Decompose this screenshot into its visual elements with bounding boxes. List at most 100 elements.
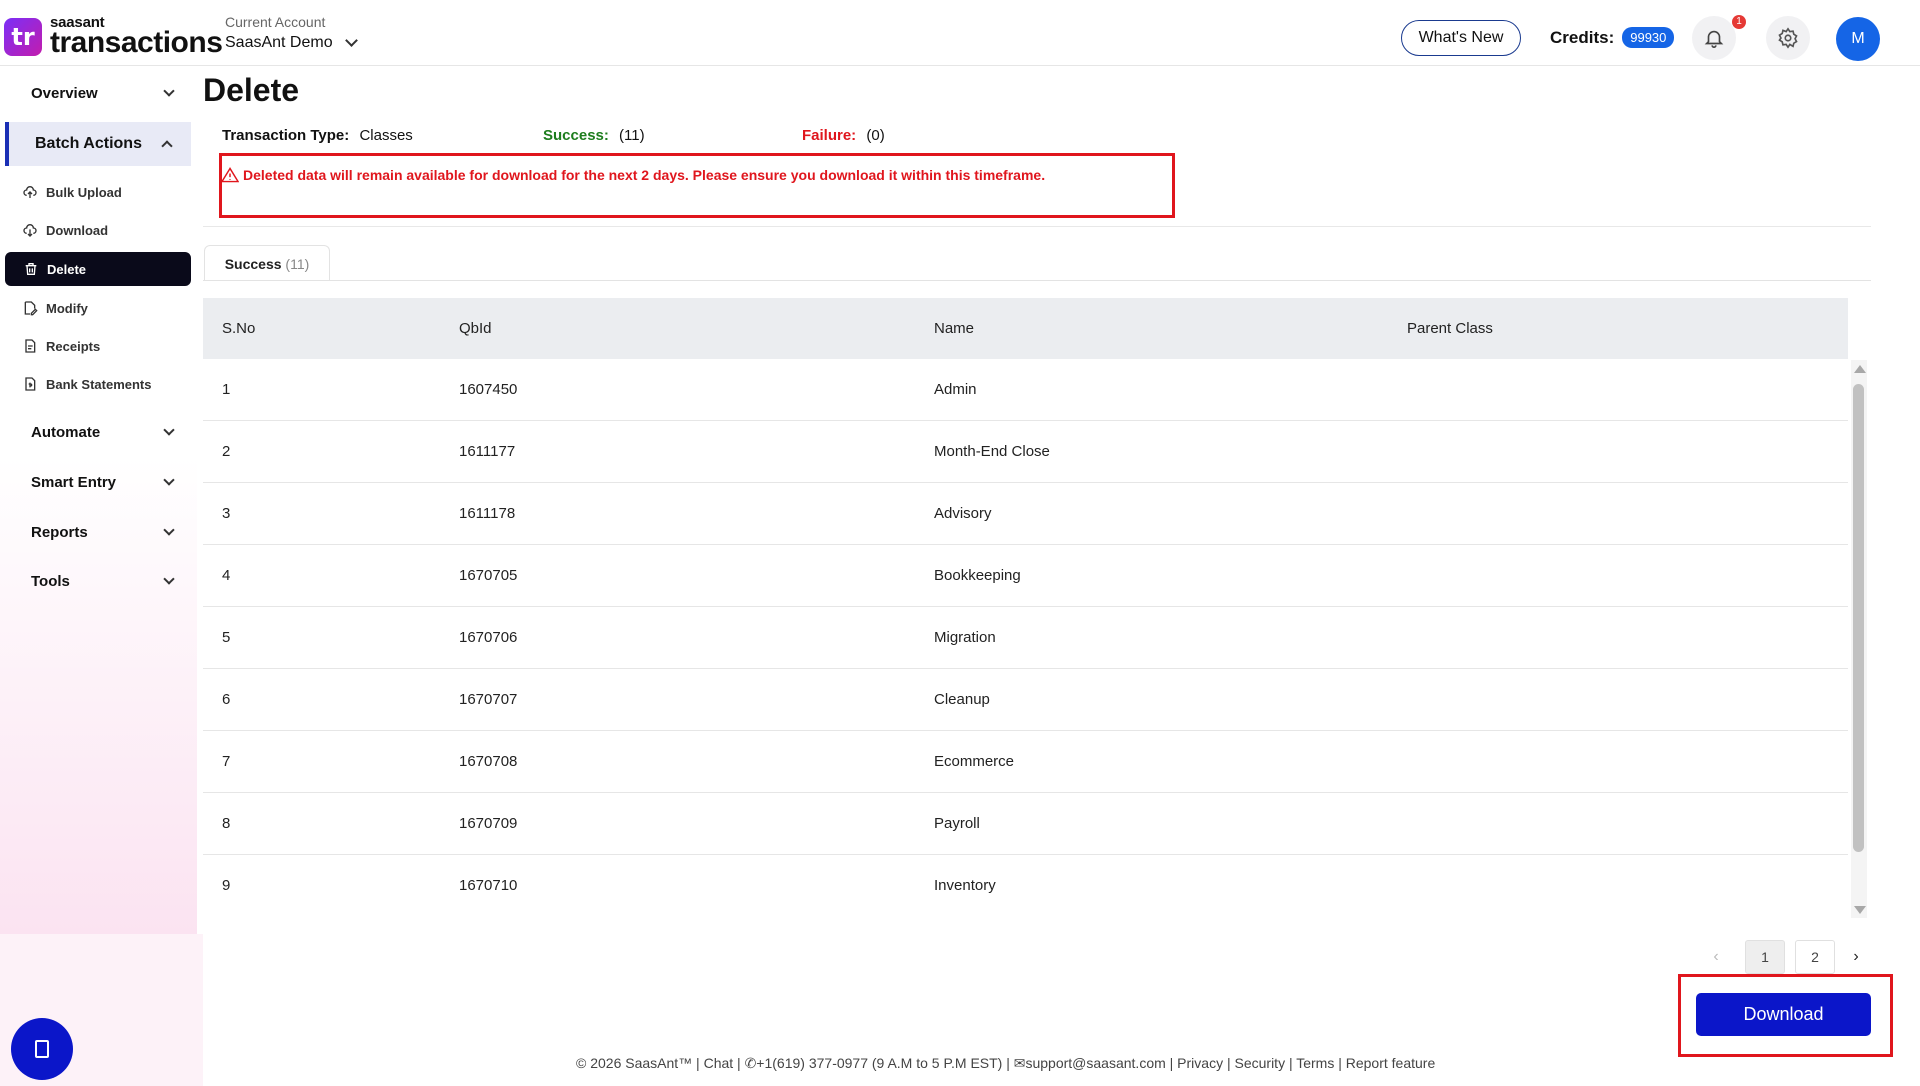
cell-name: Migration: [934, 629, 996, 646]
sidebar-item-delete[interactable]: Delete: [5, 252, 191, 286]
table-row[interactable]: 2 1611177 Month-End Close: [203, 421, 1848, 483]
sidebar-item-label: Batch Actions: [35, 135, 142, 152]
footer: © 2026 SaasAnt™ | Chat | ✆+1(619) 377-09…: [576, 1055, 1436, 1071]
sidebar-item-reports[interactable]: Reports: [31, 524, 175, 541]
chevron-down-icon: [163, 474, 175, 486]
pagination-page-1[interactable]: 1: [1745, 940, 1785, 974]
warning-highlight-box: [219, 153, 1175, 218]
credits-badge: 99930: [1622, 27, 1675, 48]
cell-name: Admin: [934, 381, 977, 398]
sidebar-item-bulk-upload[interactable]: Bulk Upload: [22, 184, 122, 200]
trash-icon: [25, 263, 37, 275]
sidebar-item-tools[interactable]: Tools: [31, 573, 175, 590]
sidebar-item-smart-entry[interactable]: Smart Entry: [31, 474, 175, 491]
warning-icon: [221, 167, 239, 183]
transaction-type-label: Transaction Type:: [222, 127, 350, 144]
credits: Credits: 99930: [1550, 27, 1675, 48]
avatar[interactable]: M: [1836, 17, 1880, 61]
warning-text: Deleted data will remain available for d…: [243, 167, 1046, 183]
account-name: SaasAnt Demo: [225, 34, 333, 51]
cell-qbid: 1670706: [459, 629, 518, 646]
table-row[interactable]: 5 1670706 Migration: [203, 607, 1848, 669]
success-label: Success:: [543, 127, 609, 144]
whats-new-button[interactable]: What's New: [1401, 20, 1521, 56]
cell-sno: 2: [222, 443, 231, 460]
chat-button[interactable]: [11, 1018, 73, 1080]
statement-icon: [25, 377, 36, 391]
column-header-name[interactable]: Name: [934, 320, 974, 337]
cell-sno: 9: [222, 877, 231, 894]
table-row[interactable]: 9 1670710 Inventory: [203, 855, 1848, 913]
chevron-up-icon: [161, 140, 173, 152]
chevron-down-icon: [163, 573, 175, 585]
sidebar-item-bank-statements[interactable]: Bank Statements: [22, 376, 151, 392]
account-switcher[interactable]: Current Account SaasAnt Demo: [225, 14, 358, 52]
table-row[interactable]: 7 1670708 Ecommerce: [203, 731, 1848, 793]
chevron-down-icon: [163, 524, 175, 536]
top-bar: tr saasant transactions Current Account …: [0, 0, 1920, 66]
column-header-sno[interactable]: S.No: [222, 320, 255, 337]
table-row[interactable]: 1 1607450 Admin: [203, 359, 1848, 421]
account-label: Current Account: [225, 14, 326, 30]
app-logo[interactable]: tr saasant transactions: [4, 15, 223, 59]
pagination-prev-button[interactable]: ‹: [1704, 940, 1728, 974]
sidebar-item-label: Smart Entry: [31, 474, 117, 491]
cell-sno: 4: [222, 567, 231, 584]
cell-qbid: 1611178: [459, 505, 516, 522]
tab-underline: [203, 280, 1871, 281]
table-row[interactable]: 8 1670709 Payroll: [203, 793, 1848, 855]
cell-name: Payroll: [934, 815, 980, 832]
notifications-button[interactable]: [1692, 16, 1736, 60]
failure-summary: Failure: (0): [802, 127, 885, 144]
account-name-row[interactable]: SaasAnt Demo: [225, 34, 358, 52]
chevron-down-icon: [163, 85, 175, 97]
logo-mark: tr: [4, 17, 42, 56]
download-button[interactable]: Download: [1696, 993, 1871, 1036]
sidebar-item-modify[interactable]: Modify: [22, 300, 88, 316]
cell-qbid: 1670708: [459, 753, 518, 770]
pagination-next-button[interactable]: ›: [1844, 940, 1868, 974]
scroll-up-arrow-icon[interactable]: [1854, 365, 1866, 373]
table-row[interactable]: 4 1670705 Bookkeeping: [203, 545, 1848, 607]
sidebar-item-receipts[interactable]: Receipts: [22, 338, 100, 354]
cell-qbid: 1607450: [459, 381, 518, 398]
table-row[interactable]: 3 1611178 Advisory: [203, 483, 1848, 545]
edit-file-icon: [24, 301, 38, 316]
sidebar-item-download[interactable]: Download: [22, 222, 108, 238]
bell-icon: [1704, 30, 1724, 48]
cell-name: Inventory: [934, 877, 996, 894]
transaction-type-value: Classes: [359, 127, 413, 144]
scrollbar-thumb[interactable]: [1853, 384, 1864, 852]
logo-product: transactions: [50, 26, 223, 59]
sidebar-item-label: Tools: [31, 573, 70, 590]
cell-qbid: 1611177: [459, 443, 516, 460]
column-header-qbid[interactable]: QbId: [459, 320, 492, 337]
cloud-upload-icon: [23, 186, 37, 198]
cell-name: Cleanup: [934, 691, 990, 708]
sidebar-item-overview[interactable]: Overview: [31, 85, 175, 102]
cell-name: Advisory: [934, 505, 992, 522]
pagination-page-2[interactable]: 2: [1795, 940, 1835, 974]
cell-qbid: 1670709: [459, 815, 518, 832]
chevron-down-icon: [344, 34, 358, 47]
tab-success[interactable]: Success (11): [204, 245, 330, 281]
sidebar-item-automate[interactable]: Automate: [31, 424, 175, 441]
gear-icon: [1778, 27, 1798, 49]
failure-value: (0): [866, 127, 885, 144]
settings-button[interactable]: [1766, 16, 1810, 60]
cell-name: Month-End Close: [934, 443, 1050, 460]
table-header: S.No QbId Name Parent Class: [203, 298, 1848, 359]
results-table: S.No QbId Name Parent Class 1 1607450 Admi…: [203, 298, 1848, 913]
cloud-download-icon: [23, 224, 37, 237]
cell-qbid: 1670710: [459, 877, 518, 894]
cell-sno: 5: [222, 629, 231, 646]
cell-qbid: 1670707: [459, 691, 518, 708]
column-header-parent-class[interactable]: Parent Class: [1407, 320, 1493, 337]
cell-name: Ecommerce: [934, 753, 1015, 770]
scroll-down-arrow-icon[interactable]: [1854, 906, 1866, 914]
failure-label: Failure:: [802, 127, 857, 144]
cell-sno: 6: [222, 691, 231, 708]
table-row[interactable]: 6 1670707 Cleanup: [203, 669, 1848, 731]
tab-count: (11): [285, 255, 310, 272]
sidebar-item-batch-actions[interactable]: Batch Actions: [5, 122, 191, 166]
